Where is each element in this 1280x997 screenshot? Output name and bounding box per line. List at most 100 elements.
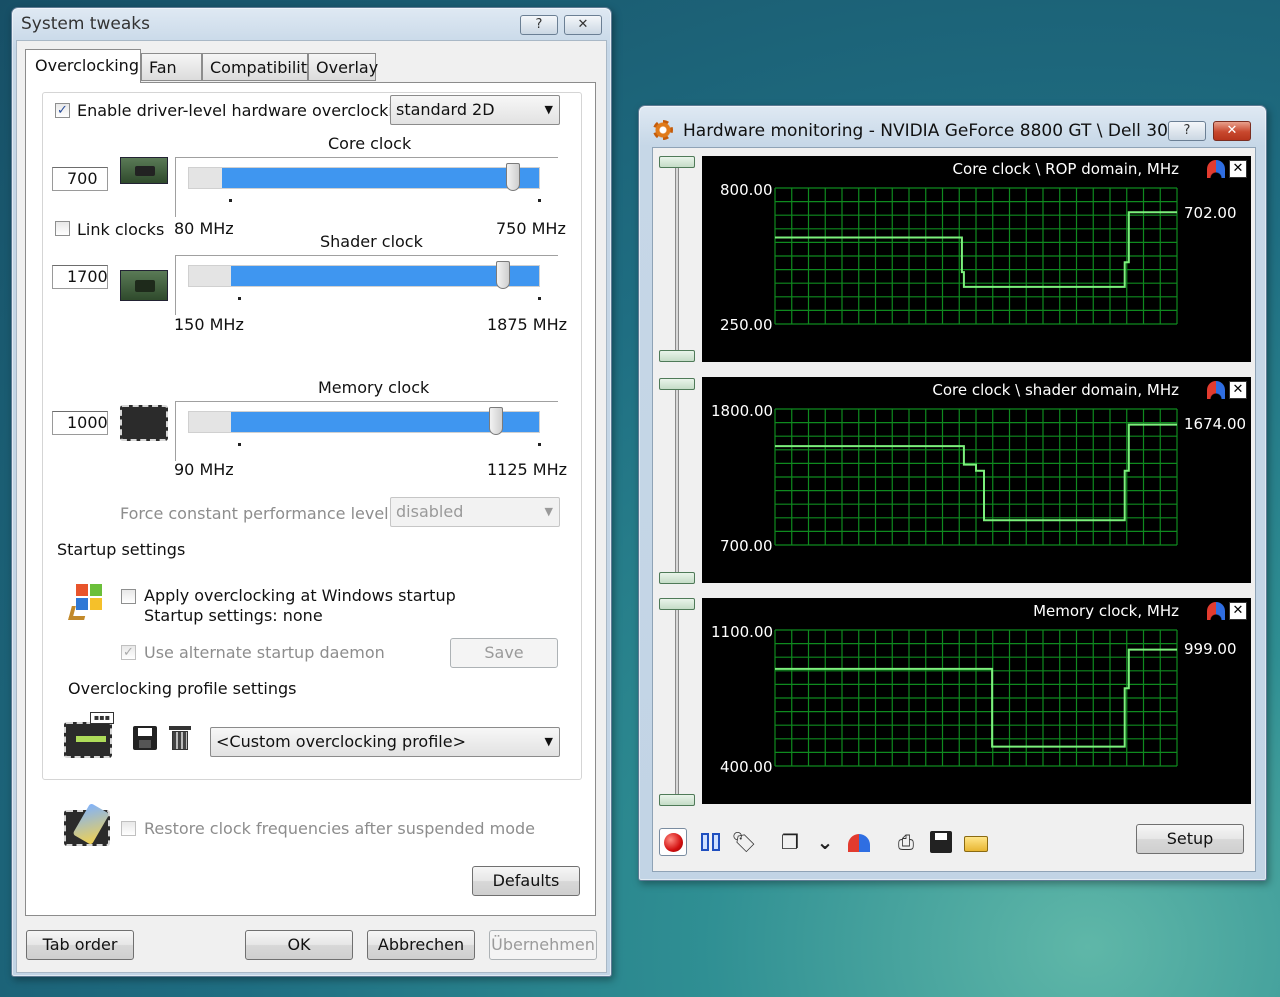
alt-daemon-checkbox[interactable]: ✓: [121, 645, 136, 660]
profile-header: Overclocking profile settings: [63, 679, 302, 698]
core-clock-slider[interactable]: [175, 157, 558, 217]
tab-fan[interactable]: Fan: [141, 53, 202, 81]
graph-title: Core clock \ shader domain, MHz: [932, 381, 1179, 399]
close-icon[interactable]: ✕: [1229, 602, 1247, 620]
link-clocks-label: Link clocks: [77, 220, 165, 239]
enable-oc-label: Enable driver-level hardware overclockin…: [77, 101, 414, 120]
graph2-top-knob[interactable]: [659, 378, 695, 390]
apply-button[interactable]: Übernehmen: [489, 930, 597, 960]
close-button[interactable]: ✕: [564, 15, 602, 35]
shader-clock-input[interactable]: 1700: [52, 265, 108, 289]
cancel-button[interactable]: Abbrechen: [367, 930, 475, 960]
startup-status: Startup settings: none: [144, 606, 323, 625]
save-profile-icon[interactable]: [133, 726, 157, 750]
tag-icon[interactable]: 🏷: [730, 828, 758, 856]
close-icon[interactable]: ✕: [1229, 381, 1247, 399]
monitor-title: Hardware monitoring - NVIDIA GeForce 880…: [683, 121, 1195, 141]
tab-overlay[interactable]: Overlay: [308, 53, 378, 81]
graph1-bottom-knob[interactable]: [659, 350, 695, 362]
graph1-top-knob[interactable]: [659, 156, 695, 168]
close-button[interactable]: ✕: [1213, 121, 1251, 141]
core-clock-title: Core clock: [328, 134, 412, 153]
graph-memory-plot: [774, 629, 1178, 767]
core-clock-input[interactable]: 700: [52, 167, 108, 191]
graph2-range-slider[interactable]: [659, 378, 695, 584]
force-perf-select[interactable]: disabled ▼: [390, 497, 560, 527]
graph-core-rop-plot: [774, 187, 1178, 325]
chevron-down-icon: ▼: [544, 505, 553, 518]
graph-ymax: 1100.00: [711, 623, 774, 641]
graph-ymin: 250.00: [720, 316, 773, 334]
link-clocks-checkbox[interactable]: [55, 221, 70, 236]
restore-chip-icon: [64, 802, 110, 846]
print-icon[interactable]: ⎙: [892, 828, 920, 856]
help-button[interactable]: ?: [1168, 121, 1206, 141]
shader-chip-icon: [120, 270, 168, 301]
memory-clock-thumb[interactable]: [489, 407, 503, 435]
record-icon[interactable]: [659, 828, 687, 856]
window-icon[interactable]: ❐: [776, 828, 804, 856]
core-clock-min: 80 MHz: [174, 219, 234, 238]
core-clock-thumb[interactable]: [506, 163, 520, 191]
shader-clock-slider[interactable]: [175, 255, 558, 315]
graph-current-value: 999.00: [1184, 640, 1237, 658]
memory-clock-min: 90 MHz: [174, 460, 234, 479]
graph-current-value: 1674.00: [1184, 415, 1247, 433]
graph-core-shader: Core clock \ shader domain, MHz 1800.00 …: [702, 377, 1251, 583]
close-icon[interactable]: ✕: [1229, 160, 1247, 178]
tab-overclocking[interactable]: Overclocking: [25, 49, 141, 83]
save-icon[interactable]: [927, 828, 955, 856]
enable-oc-checkbox[interactable]: ✓: [55, 103, 70, 118]
ok-button[interactable]: OK: [245, 930, 353, 960]
apply-startup-label: Apply overclocking at Windows startup: [144, 586, 456, 605]
chevron-down-icon: ▼: [544, 735, 553, 748]
graph2-bottom-knob[interactable]: [659, 572, 695, 584]
graph-memory: Memory clock, MHz 1100.00 400.00 999.00 …: [702, 598, 1251, 804]
help-button[interactable]: ?: [520, 15, 558, 35]
delete-profile-icon[interactable]: [169, 726, 191, 750]
shader-clock-thumb[interactable]: [496, 261, 510, 289]
restore-label: Restore clock frequencies after suspende…: [144, 819, 535, 838]
memory-clock-title: Memory clock: [318, 378, 430, 397]
graph-title: Core clock \ ROP domain, MHz: [952, 160, 1179, 178]
shader-clock-max: 1875 MHz: [487, 315, 568, 334]
magnet-icon[interactable]: [1207, 160, 1225, 178]
graph-current-value: 702.00: [1184, 204, 1237, 222]
graph1-range-slider[interactable]: [659, 156, 695, 362]
graph-core-shader-plot: [774, 408, 1178, 546]
memory-clock-slider[interactable]: [175, 401, 558, 461]
graph3-top-knob[interactable]: [659, 598, 695, 610]
setup-button[interactable]: Setup: [1136, 824, 1244, 854]
profile-select[interactable]: <Custom overclocking profile> ▼: [210, 727, 560, 757]
tab-compatibility[interactable]: Compatibility: [202, 53, 316, 81]
preset-select[interactable]: standard 2D ▼: [390, 95, 560, 125]
defaults-button[interactable]: Defaults: [472, 866, 580, 896]
core-clock-fill: [222, 168, 539, 188]
folder-icon[interactable]: [962, 828, 990, 856]
graph3-range-slider[interactable]: [659, 598, 695, 806]
collapse-icon[interactable]: ⌄: [811, 828, 839, 856]
chevron-down-icon: ▼: [544, 103, 553, 116]
memory-chip-icon: [120, 405, 168, 441]
graph3-bottom-knob[interactable]: [659, 794, 695, 806]
gauge-icon[interactable]: [845, 828, 873, 856]
magnet-icon[interactable]: [1207, 602, 1225, 620]
profile-value: <Custom overclocking profile>: [216, 732, 466, 751]
memory-clock-input[interactable]: 1000: [52, 411, 108, 435]
profile-chip-icon: ▪▪▪: [64, 712, 114, 758]
shader-clock-fill: [231, 266, 539, 286]
tab-order-button[interactable]: Tab order: [26, 930, 134, 960]
apply-startup-checkbox[interactable]: [121, 589, 136, 604]
alt-daemon-label: Use alternate startup daemon: [144, 643, 385, 662]
restore-checkbox[interactable]: [121, 821, 136, 836]
pause-icon[interactable]: [697, 828, 725, 856]
save-button[interactable]: Save: [450, 638, 558, 668]
shader-clock-min: 150 MHz: [174, 315, 244, 334]
force-perf-label: Force constant performance level: [120, 504, 389, 523]
preset-value: standard 2D: [396, 100, 495, 119]
window-title: System tweaks: [21, 14, 150, 34]
windows-logo-icon: [68, 582, 104, 620]
graph-ymin: 700.00: [720, 537, 773, 555]
core-clock-max: 750 MHz: [496, 219, 566, 238]
magnet-icon[interactable]: [1207, 381, 1225, 399]
